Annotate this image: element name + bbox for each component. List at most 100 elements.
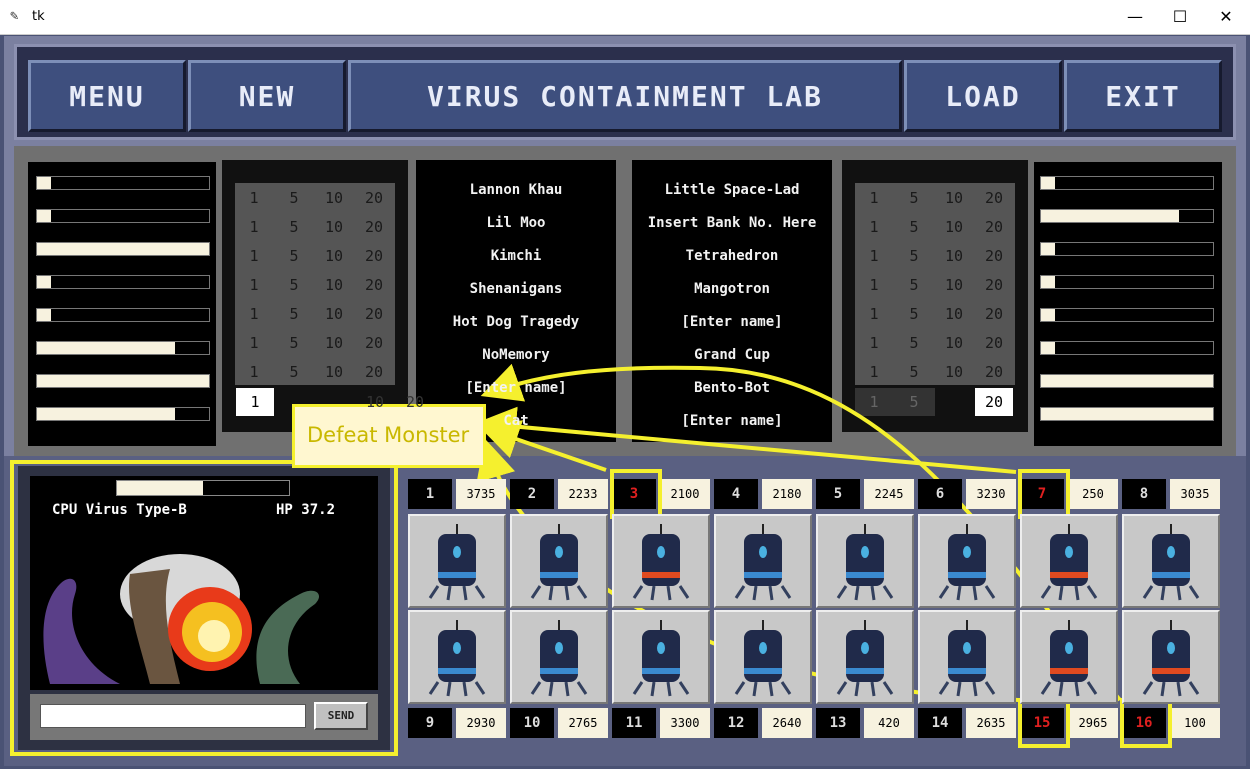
left-stat-bar-fill [37, 177, 51, 189]
right-multiplier-option[interactable]: 10 [935, 245, 973, 267]
left-stat-bar-3 [36, 242, 210, 256]
right-multiplier-option[interactable]: 5 [895, 216, 933, 238]
left-team-name[interactable]: NoMemory [418, 347, 614, 363]
left-multiplier-option[interactable]: 1 [235, 303, 273, 325]
left-team-name[interactable]: Cat [418, 413, 614, 429]
left-multiplier-option[interactable]: 1 [235, 332, 273, 354]
left-team-name[interactable]: Kimchi [418, 248, 614, 264]
left-multiplier-option[interactable]: 5 [275, 303, 313, 325]
right-team-name[interactable]: [Enter name] [634, 413, 830, 429]
right-multiplier-option[interactable]: 1 [855, 303, 893, 325]
left-team-name[interactable]: Shenanigans [418, 281, 614, 297]
right-multiplier-option[interactable]: 10 [935, 332, 973, 354]
right-multiplier-option[interactable]: 5 [895, 187, 933, 209]
robot-icon [1142, 524, 1200, 601]
right-team-name[interactable]: Mangotron [634, 281, 830, 297]
left-multiplier-option[interactable]: 20 [355, 274, 393, 296]
left-team-name[interactable]: Lannon Khau [418, 182, 614, 198]
left-multiplier-option[interactable]: 1 [235, 361, 273, 383]
right-multiplier-option[interactable]: 5 [895, 303, 933, 325]
right-multiplier-option[interactable]: 20 [975, 274, 1013, 296]
robot-tile[interactable] [918, 610, 1016, 704]
left-multiplier-option[interactable]: 5 [275, 332, 313, 354]
left-multiplier-option[interactable]: 5 [275, 274, 313, 296]
left-multiplier-option[interactable]: 5 [275, 245, 313, 267]
right-multiplier-option[interactable]: 5 [895, 245, 933, 267]
robot-icon [632, 620, 690, 697]
robot-tile[interactable] [714, 610, 812, 704]
robot-tile[interactable] [918, 514, 1016, 608]
left-multiplier-option[interactable]: 10 [315, 361, 353, 383]
right-multiplier-option[interactable]: 1 [855, 274, 893, 296]
right-multiplier-option[interactable]: 5 [895, 361, 933, 383]
robot-tile[interactable] [612, 514, 710, 608]
robot-tile[interactable] [1122, 610, 1220, 704]
right-multiplier-option[interactable]: 10 [935, 187, 973, 209]
left-multiplier-option[interactable]: 1 [235, 187, 273, 209]
robot-tile[interactable] [1122, 514, 1220, 608]
right-team-name[interactable]: [Enter name] [634, 314, 830, 330]
slot-number-11: 11 [612, 708, 656, 738]
left-multiplier-option[interactable]: 5 [275, 216, 313, 238]
right-multiplier-option[interactable]: 5 [895, 332, 933, 354]
left-multiplier-option[interactable]: 20 [355, 361, 393, 383]
right-multiplier-option[interactable]: 1 [855, 332, 893, 354]
robot-tile[interactable] [816, 610, 914, 704]
right-team-name[interactable]: Little Space-Lad [634, 182, 830, 198]
right-multiplier-option[interactable]: 20 [975, 303, 1013, 325]
left-multiplier-option[interactable]: 5 [275, 187, 313, 209]
left-multiplier-option[interactable]: 1 [235, 216, 273, 238]
right-multiplier-option[interactable]: 10 [935, 216, 973, 238]
right-team-name[interactable]: Grand Cup [634, 347, 830, 363]
left-multiplier-option[interactable]: 10 [315, 216, 353, 238]
right-multiplier-option[interactable]: 20 [975, 187, 1013, 209]
left-multiplier-option[interactable]: 1 [235, 245, 273, 267]
robot-tile[interactable] [408, 514, 506, 608]
left-multiplier-option[interactable]: 20 [355, 187, 393, 209]
robot-tile[interactable] [816, 514, 914, 608]
right-multiplier-option[interactable]: 1 [855, 216, 893, 238]
robot-tile[interactable] [1020, 610, 1118, 704]
right-team-name[interactable]: Bento-Bot [634, 380, 830, 396]
right-multiplier-option[interactable]: 10 [935, 274, 973, 296]
left-multiplier-option[interactable]: 5 [275, 361, 313, 383]
right-multiplier-option[interactable]: 20 [975, 245, 1013, 267]
left-multiplier-option[interactable]: 20 [355, 245, 393, 267]
left-multiplier-option[interactable]: 10 [315, 274, 353, 296]
robot-tile[interactable] [510, 514, 608, 608]
right-team-name[interactable]: Insert Bank No. Here [634, 215, 830, 231]
left-multiplier-option[interactable]: 20 [355, 332, 393, 354]
slot-number-6: 6 [918, 479, 962, 509]
right-multiplier-option[interactable]: 1 [855, 187, 893, 209]
right-multiplier-option[interactable]: 5 [895, 274, 933, 296]
robot-tile[interactable] [510, 610, 608, 704]
slot-number-14: 14 [918, 708, 962, 738]
right-multiplier-option[interactable]: 10 [935, 361, 973, 383]
left-multiplier-option[interactable]: 20 [355, 216, 393, 238]
robot-tile[interactable] [612, 610, 710, 704]
right-stat-bar-fill [1041, 210, 1179, 222]
left-multiplier-option[interactable]: 10 [315, 332, 353, 354]
left-multiplier-option[interactable]: 1 [235, 274, 273, 296]
right-multiplier-option[interactable]: 20 [975, 216, 1013, 238]
left-multiplier-option[interactable]: 10 [315, 245, 353, 267]
slot-value-10: 2765 [558, 708, 608, 738]
robot-icon [1040, 620, 1098, 697]
right-multiplier-option[interactable]: 1 [855, 245, 893, 267]
right-multiplier-option[interactable]: 20 [975, 332, 1013, 354]
right-multiplier-option[interactable]: 20 [975, 361, 1013, 383]
slot-value-7: 250 [1068, 479, 1118, 509]
right-team-name[interactable]: Tetrahedron [634, 248, 830, 264]
left-multiplier-option[interactable]: 10 [315, 303, 353, 325]
left-stat-bar-6 [36, 341, 210, 355]
right-multiplier-option[interactable]: 10 [935, 303, 973, 325]
left-multiplier-option[interactable]: 20 [355, 303, 393, 325]
right-multiplier-option[interactable]: 1 [855, 361, 893, 383]
robot-tile[interactable] [408, 610, 506, 704]
left-team-name[interactable]: [Enter name] [418, 380, 614, 396]
left-multiplier-option[interactable]: 10 [315, 187, 353, 209]
left-team-name[interactable]: Hot Dog Tragedy [418, 314, 614, 330]
robot-tile[interactable] [714, 514, 812, 608]
left-team-name[interactable]: Lil Moo [418, 215, 614, 231]
robot-tile[interactable] [1020, 514, 1118, 608]
